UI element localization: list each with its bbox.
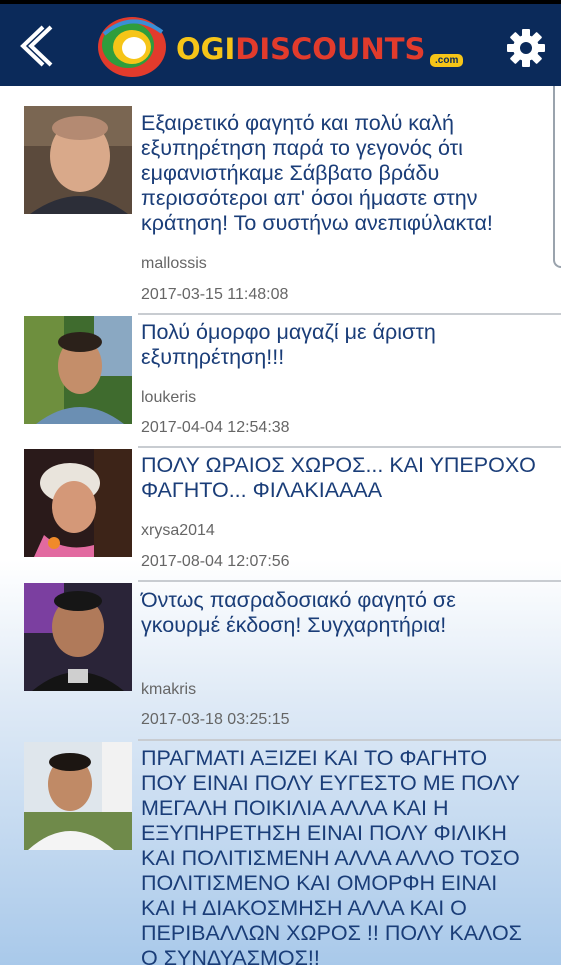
review-date: 2017-04-04 12:54:38 <box>141 419 290 436</box>
avatar <box>24 316 132 424</box>
review-text: ΠΟΛΥ ΩΡΑΙΟΣ ΧΩΡΟΣ... ΚΑΙ ΥΠΕΡΟΧΟ ΦΑΓΗΤΟ.… <box>141 453 536 502</box>
review-item: Εξαιρετικό φαγητό και πολύ καλή εξυπηρέτ… <box>0 0 561 310</box>
review-username: xrysa2014 <box>141 522 215 539</box>
review-username: loukeris <box>141 389 197 406</box>
review-text: Εξαιρετικό φαγητό και πολύ καλή εξυπηρέτ… <box>141 111 493 235</box>
review-text: ΠΡΑΓΜΑΤΙ ΑΞΙΖΕΙ ΚΑΙ ΤΟ ΦΑΓΗΤΟ ΠΟΥ ΕΙΝΑΙ … <box>141 746 522 965</box>
avatar <box>24 449 132 557</box>
review-text: Όντως πασραδοσιακό φαγητό σε γκουρμέ έκδ… <box>141 588 456 637</box>
avatar <box>24 106 132 214</box>
divider <box>138 580 561 582</box>
divider <box>138 313 561 315</box>
divider <box>138 446 561 448</box>
divider <box>138 739 561 741</box>
review-date: 2017-03-15 11:48:08 <box>141 286 289 303</box>
review-username: kmakris <box>141 681 197 698</box>
review-username: mallossis <box>141 255 207 272</box>
review-date: 2017-03-18 03:25:15 <box>141 711 290 728</box>
review-text: Πολύ όμορφο μαγαζί με άριστη εξυπηρέτηση… <box>141 320 436 369</box>
avatar <box>24 583 132 691</box>
review-date: 2017-08-04 12:07:56 <box>141 553 290 570</box>
avatar <box>24 742 132 850</box>
